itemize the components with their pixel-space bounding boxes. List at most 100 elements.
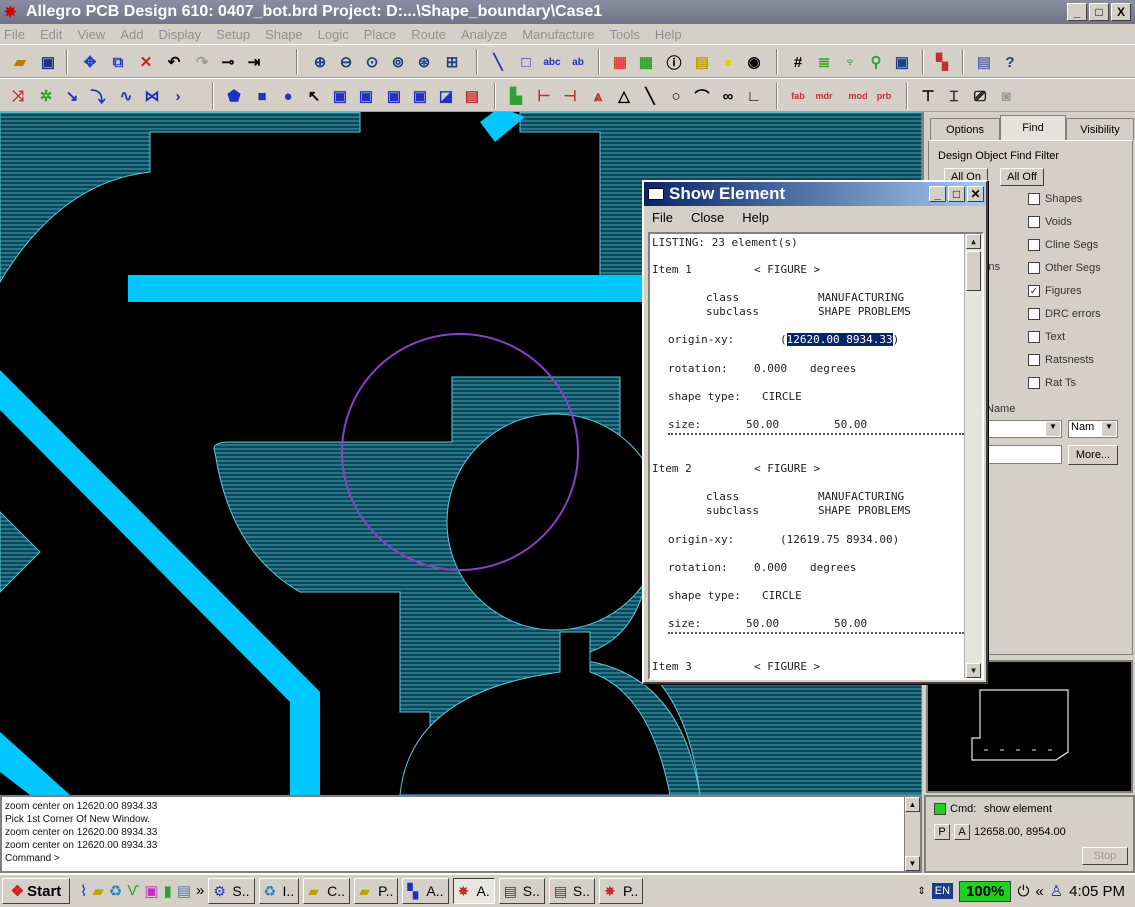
filter-rat-ts[interactable]: Rat Ts [1028, 375, 1135, 391]
menu-setup[interactable]: Setup [216, 27, 250, 42]
zoom-fit-icon[interactable]: ⊙ [360, 50, 384, 74]
quick-launch-icon[interactable]: ▤ [177, 882, 191, 900]
minimize-button[interactable]: _ [1067, 3, 1087, 21]
corner-icon[interactable]: ∟ [742, 84, 766, 108]
checkbox[interactable] [1028, 308, 1040, 320]
scroll-up-icon[interactable]: ▲ [966, 234, 981, 249]
taskbar-task[interactable]: ▰ C.. [303, 878, 351, 904]
listing-scrollbar[interactable]: ▲ ▼ [964, 234, 982, 678]
find-name-input[interactable] [986, 445, 1062, 464]
menu-analyze[interactable]: Analyze [461, 27, 507, 42]
a-button[interactable]: A [954, 824, 970, 840]
net-icon[interactable]: ⚲ [864, 50, 888, 74]
filter-shapes[interactable]: Shapes [1028, 191, 1135, 207]
quick-launch-icon[interactable]: ♻ [109, 882, 122, 900]
filter-ratsnests[interactable]: Ratsnests [1028, 352, 1135, 368]
checkbox[interactable] [1028, 239, 1040, 251]
quick-launch-icon[interactable]: ▰ [92, 882, 104, 900]
menu-help[interactable]: Help [655, 27, 682, 42]
quick-launch-icon[interactable]: ▣ [144, 882, 158, 900]
taskbar-task[interactable]: ⚙ S.. [208, 878, 255, 904]
tab-options[interactable]: Options [930, 118, 1000, 140]
shape-merge-icon[interactable]: ▣ [382, 84, 406, 108]
dimension-icon[interactable]: ▙ [504, 84, 528, 108]
scroll-down-icon[interactable]: ▼ [966, 663, 981, 678]
notepad-icon[interactable]: ▤ [972, 50, 996, 74]
checkbox[interactable] [1028, 216, 1040, 228]
fab-icon[interactable]: fab [786, 84, 810, 108]
shape-edit-icon[interactable]: ▣ [328, 84, 352, 108]
tray-scroll-icon[interactable]: ⇕ [917, 886, 925, 897]
zoom-indicator[interactable]: 100% [959, 880, 1012, 902]
chamfer-icon[interactable]: ╲ [638, 84, 662, 108]
delete-icon[interactable]: ✕ [134, 50, 158, 74]
camera-icon[interactable]: ◙ [994, 84, 1018, 108]
dialog-title-bar[interactable]: Show Element _ □ ✕ [644, 182, 986, 206]
change-text-icon[interactable]: ab [566, 50, 590, 74]
dialog-menu-close[interactable]: Close [691, 210, 724, 225]
command-prompt[interactable]: Command > [5, 852, 917, 865]
dialog-maximize-button[interactable]: □ [948, 186, 965, 202]
view-icon[interactable]: ⎚ [968, 84, 992, 108]
network-icon[interactable]: ♙ [1050, 882, 1063, 900]
close-button[interactable]: X [1111, 3, 1131, 21]
shadow-icon[interactable]: ▣ [890, 50, 914, 74]
redo-icon[interactable]: ↷ [190, 50, 214, 74]
checkbox[interactable] [1028, 262, 1040, 274]
filter-other-segs[interactable]: Other Segs [1028, 260, 1135, 276]
layers-icon[interactable]: ▦ [634, 50, 658, 74]
dialog-minimize-button[interactable]: _ [929, 186, 946, 202]
taskbar-task[interactable]: ▚ A.. [402, 878, 449, 904]
highlight-icon[interactable]: ● [716, 50, 740, 74]
name-select[interactable]: Nam ▼ [1068, 420, 1118, 438]
menu-place[interactable]: Place [364, 27, 397, 42]
delay-tune-icon[interactable]: ∿ [114, 84, 138, 108]
checkbox[interactable] [1028, 377, 1040, 389]
fillet-icon[interactable]: ∞ [716, 84, 740, 108]
dialog-close-button[interactable]: ✕ [967, 186, 984, 202]
mdr-icon[interactable]: mdr [812, 84, 836, 108]
shape-void-icon[interactable]: ▣ [354, 84, 378, 108]
taskbar-task[interactable]: ✸ P.. [598, 878, 644, 904]
tray-expand[interactable]: « [1035, 883, 1043, 900]
pin-icon[interactable]: ⊸ [216, 50, 240, 74]
shape-params-icon[interactable]: ▣ [408, 84, 432, 108]
dehighlight-icon[interactable]: ◉ [742, 50, 766, 74]
arc-icon[interactable]: ⌒ [690, 84, 714, 108]
maximize-button[interactable]: □ [1089, 3, 1109, 21]
menu-edit[interactable]: Edit [40, 27, 62, 42]
find-type-select[interactable]: ▼ [986, 420, 1062, 438]
stats-icon[interactable]: ♆ [838, 50, 862, 74]
zoom-window-icon[interactable]: ⊛ [412, 50, 436, 74]
slide-icon[interactable]: ↘ [60, 84, 84, 108]
grid-icon[interactable]: # [786, 50, 810, 74]
vertex-icon[interactable]: ⤵ [86, 84, 110, 108]
quick-launch-icon[interactable]: Ѵ [127, 882, 139, 900]
dialog-menu-file[interactable]: File [652, 210, 673, 225]
menu-display[interactable]: Display [158, 27, 201, 42]
menu-manufacture[interactable]: Manufacture [522, 27, 594, 42]
menu-shape[interactable]: Shape [265, 27, 303, 42]
more-button[interactable]: More... [1068, 445, 1118, 465]
scroll-thumb[interactable] [966, 251, 981, 291]
element-listing[interactable]: LISTING: 23 element(s) Item 1 < FIGURE >… [648, 232, 984, 680]
taskbar-task[interactable]: ▤ S.. [548, 878, 595, 904]
zoom-out-icon[interactable]: ⊖ [334, 50, 358, 74]
select-icon[interactable]: ↖ [302, 84, 326, 108]
move-icon[interactable]: ✥ [78, 50, 102, 74]
tab-visibility[interactable]: Visibility [1066, 118, 1134, 140]
power-plug-icon[interactable]: ⏻ [1017, 883, 1029, 900]
taskbar-task[interactable]: ▰ P.. [354, 878, 399, 904]
custom-smooth-icon[interactable]: ⋈ [140, 84, 164, 108]
dim-linear-icon[interactable]: ⊢ [532, 84, 556, 108]
spread-icon[interactable]: › [166, 84, 190, 108]
scroll-down-icon[interactable]: ▼ [905, 856, 920, 871]
db-icon[interactable]: ≣ [812, 50, 836, 74]
quick-launch-icon[interactable]: ▮ [164, 882, 172, 900]
scroll-up-icon[interactable]: ▲ [905, 797, 920, 812]
menu-file[interactable]: File [4, 27, 25, 42]
dim-datum-icon[interactable]: ⊣ [558, 84, 582, 108]
add-text-icon[interactable]: abc [540, 50, 564, 74]
copy-icon[interactable]: ⧉ [106, 50, 130, 74]
filter-cline-segs[interactable]: Cline Segs [1028, 237, 1135, 253]
